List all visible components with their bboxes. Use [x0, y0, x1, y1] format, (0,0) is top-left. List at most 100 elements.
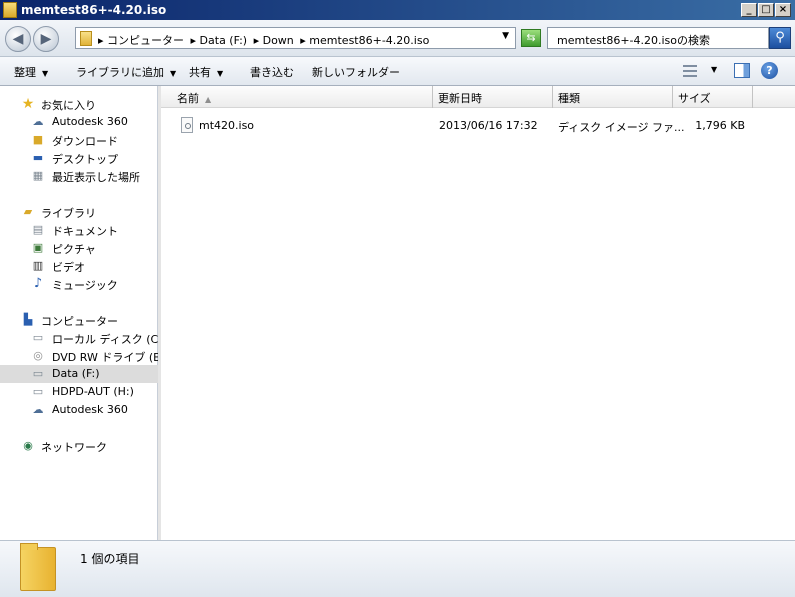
music-icon: ♪ [33, 276, 43, 291]
column-date-header[interactable]: 更新日時 [433, 86, 553, 108]
nav-item-label: HDPD-AUT (H:) [52, 385, 134, 398]
file-date: 2013/06/16 17:32 [439, 119, 538, 132]
column-spacer [753, 86, 795, 108]
chevron-down-icon[interactable]: ▼ [711, 65, 717, 74]
sort-ascending-icon: ▲ [205, 95, 212, 104]
share-label: 共有 [189, 66, 211, 79]
cloud-icon: ☁ [32, 403, 44, 416]
nav-item-label: ピクチャ [52, 243, 96, 256]
nav-item-pictures[interactable]: ▣ ピクチャ [0, 239, 158, 257]
nav-item-local-disk-c[interactable]: ▭ ローカル ディスク (C:) [0, 329, 166, 347]
nav-item-autodesk-360-computer[interactable]: ☁ Autodesk 360 [0, 401, 158, 419]
nav-item-label: ダウンロード [52, 135, 118, 148]
command-bar: 整理 ▼ ライブラリに追加 ▼ 共有 ▼ 書き込む 新しいフォルダー ▼ ? [0, 57, 795, 86]
nav-libraries-label: ライブラリ [41, 207, 96, 220]
drive-icon: ▭ [32, 385, 44, 398]
nav-libraries[interactable]: ▰ ライブラリ [0, 203, 158, 221]
breadcrumb-computer[interactable]: ▸ コンピューター [98, 34, 184, 47]
breadcrumb[interactable]: ▸ コンピューター ▸ Data (F:) ▸ Down ▸ memtest86… [98, 32, 432, 48]
back-button[interactable]: ◀ [5, 26, 31, 52]
nav-item-label: Data (F:) [52, 367, 100, 380]
nav-item-music[interactable]: ♪ ミュージック [0, 275, 158, 293]
share-button[interactable]: 共有 ▼ [189, 64, 223, 80]
refresh-button[interactable]: ⇆ [521, 29, 541, 47]
nav-item-dvd-drive-e[interactable]: ◎ DVD RW ドライブ (E:) [0, 347, 168, 365]
organize-label: 整理 [14, 66, 36, 79]
address-bar[interactable]: ▸ コンピューター ▸ Data (F:) ▸ Down ▸ memtest86… [75, 27, 516, 49]
nav-item-autodesk-360[interactable]: ☁ Autodesk 360 [0, 113, 158, 131]
minimize-button[interactable]: _ [741, 3, 757, 17]
chevron-down-icon: ▼ [42, 69, 49, 78]
picture-icon: ▣ [32, 241, 44, 254]
star-icon: ★ [21, 96, 35, 112]
nav-item-downloads[interactable]: ■ ダウンロード [0, 131, 158, 149]
library-icon: ▰ [23, 205, 33, 218]
nav-item-label: ローカル ディスク (C:) [52, 333, 167, 346]
nav-item-data-f[interactable]: ▭ Data (F:) [0, 365, 158, 383]
file-type: ディスク イメージ ファ... [558, 121, 685, 134]
add-to-library-button[interactable]: ライブラリに追加 ▼ [76, 64, 176, 80]
nav-computer[interactable]: ▙ コンピューター [0, 311, 158, 329]
folder-icon [3, 2, 17, 18]
file-size: 1,796 KB [695, 119, 745, 132]
add-to-library-label: ライブラリに追加 [76, 66, 164, 79]
disc-image-file-icon [181, 117, 193, 133]
folder-icon [80, 31, 92, 46]
details-pane: 1 個の項目 [0, 540, 795, 597]
nav-item-label: ミュージック [52, 279, 118, 292]
dvd-drive-icon: ◎ [33, 349, 43, 362]
breadcrumb-iso[interactable]: ▸ memtest86+-4.20.iso [300, 34, 429, 47]
column-name-header[interactable]: 名前 ▲ [172, 86, 433, 108]
drive-icon: ▭ [32, 367, 44, 380]
nav-network-label: ネットワーク [41, 441, 107, 454]
organize-button[interactable]: 整理 ▼ [14, 64, 48, 80]
column-type-header[interactable]: 種類 [553, 86, 673, 108]
nav-favorites[interactable]: ★ お気に入り [0, 95, 158, 113]
close-button[interactable]: × [775, 3, 791, 17]
nav-computer-label: コンピューター [41, 315, 118, 328]
title-bar: memtest86+-4.20.iso _ □ × [0, 0, 795, 20]
window-title: memtest86+-4.20.iso [21, 3, 167, 17]
address-bar-area: ◀ ▶ ▸ コンピューター ▸ Data (F:) ▸ Down ▸ memte… [0, 20, 795, 57]
item-count: 1 個の項目 [80, 552, 140, 566]
column-header: 名前 ▲ 更新日時 種類 サイズ [161, 86, 795, 108]
nav-item-label: Autodesk 360 [52, 403, 128, 416]
chevron-down-icon: ▼ [217, 69, 224, 78]
cloud-icon: ☁ [32, 115, 44, 128]
nav-item-recent-places[interactable]: ▦ 最近表示した場所 [0, 167, 158, 185]
document-icon: ▤ [32, 223, 44, 236]
help-icon[interactable]: ? [761, 62, 778, 79]
nav-item-documents[interactable]: ▤ ドキュメント [0, 221, 158, 239]
system-drive-icon: ▭ [32, 331, 44, 344]
preview-pane-icon[interactable] [734, 63, 750, 78]
nav-item-hdpd-aut-h[interactable]: ▭ HDPD-AUT (H:) [0, 383, 158, 401]
folder-icon [20, 543, 56, 591]
chevron-down-icon[interactable]: ▼ [502, 31, 509, 41]
burn-button[interactable]: 書き込む [250, 64, 294, 80]
maximize-button[interactable]: □ [758, 3, 774, 17]
file-name: mt420.iso [199, 119, 255, 132]
nav-item-label: DVD RW ドライブ (E:) [52, 351, 169, 364]
breadcrumb-drive[interactable]: ▸ Data (F:) [191, 34, 248, 47]
nav-item-label: Autodesk 360 [52, 115, 128, 128]
file-list: 名前 ▲ 更新日時 種類 サイズ mt420.iso 2013/06/16 17:… [161, 86, 795, 540]
nav-favorites-label: お気に入り [41, 99, 96, 112]
view-options-icon[interactable] [683, 65, 697, 77]
new-folder-button[interactable]: 新しいフォルダー [312, 64, 400, 80]
breadcrumb-down[interactable]: ▸ Down [254, 34, 294, 47]
nav-item-label: デスクトップ [52, 153, 118, 166]
recent-places-icon: ▦ [32, 169, 44, 182]
search-input[interactable]: memtest86+-4.20.isoの検索 [547, 27, 769, 49]
column-name-label: 名前 [177, 92, 199, 105]
nav-item-desktop[interactable]: ▬ デスクトップ [0, 149, 158, 167]
table-row[interactable]: mt420.iso 2013/06/16 17:32 ディスク イメージ ファ.… [161, 116, 795, 136]
network-icon: ◉ [23, 439, 33, 452]
computer-icon: ▙ [23, 313, 33, 326]
nav-item-videos[interactable]: ▥ ビデオ [0, 257, 158, 275]
nav-item-label: ドキュメント [52, 225, 118, 238]
forward-button[interactable]: ▶ [33, 26, 59, 52]
chevron-down-icon: ▼ [170, 69, 177, 78]
search-icon[interactable]: ⚲ [769, 27, 791, 49]
column-size-header[interactable]: サイズ [673, 86, 753, 108]
nav-network[interactable]: ◉ ネットワーク [0, 437, 158, 455]
